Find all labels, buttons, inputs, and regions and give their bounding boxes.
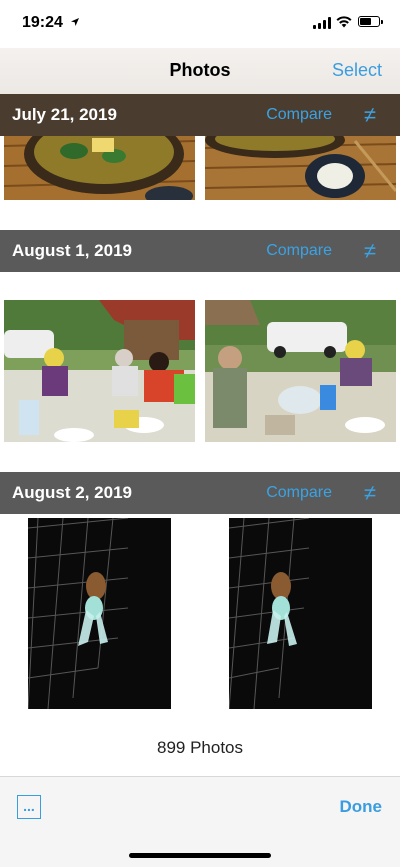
compare-button[interactable]: Compare: [266, 484, 332, 502]
location-arrow-icon: [71, 18, 79, 26]
compare-button[interactable]: Compare: [266, 242, 332, 260]
battery-icon: [358, 16, 383, 27]
section-date: August 2, 2019: [12, 483, 132, 502]
status-time: 19:24: [22, 14, 63, 31]
section-date: August 1, 2019: [12, 241, 132, 260]
section-header-august-2: August 2, 2019 Compare ≠: [0, 472, 400, 514]
cellular-signal-icon: [313, 17, 331, 29]
photo-cicada-1[interactable]: [28, 518, 171, 709]
done-button[interactable]: Done: [340, 797, 383, 817]
not-equal-icon[interactable]: ≠: [364, 482, 376, 504]
wifi-icon: [336, 16, 352, 28]
more-options-button[interactable]: ...: [17, 795, 41, 819]
bottom-toolbar: ... Done: [0, 776, 400, 867]
photo-picnic-2[interactable]: [205, 300, 396, 442]
home-indicator: [129, 853, 271, 858]
photo-count: 899 Photos: [156, 738, 243, 757]
section-date: July 21, 2019: [12, 105, 117, 124]
section-header-august-1: August 1, 2019 Compare ≠: [0, 230, 400, 272]
photo-cicada-2[interactable]: [229, 518, 372, 709]
photo-food-2[interactable]: [205, 136, 396, 200]
status-bar: 19:24: [0, 0, 400, 48]
compare-button[interactable]: Compare: [266, 106, 332, 124]
not-equal-icon[interactable]: ≠: [364, 240, 376, 262]
not-equal-icon[interactable]: ≠: [364, 104, 376, 126]
select-button[interactable]: Select: [332, 60, 382, 81]
section-header-july-21: July 21, 2019 Compare ≠: [0, 94, 400, 136]
nav-bar: Photos Select: [0, 48, 400, 94]
photo-food-1[interactable]: [4, 136, 195, 200]
photo-picnic-1[interactable]: [4, 300, 195, 442]
